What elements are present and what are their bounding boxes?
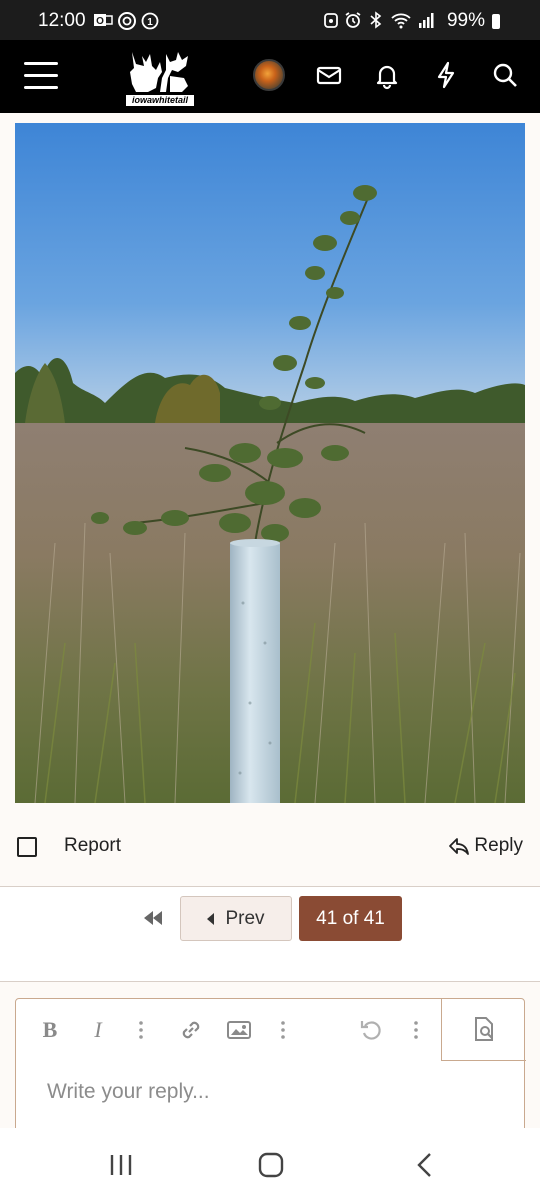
italic-button[interactable]: I [86,1017,110,1043]
reply-input-placeholder[interactable]: Write your reply... [47,1080,210,1104]
reply-link[interactable]: Reply [448,835,523,857]
android-nav-bar [0,1128,540,1200]
bluetooth-icon [370,11,382,29]
tree-seedling-photo [15,123,525,803]
select-post-checkbox[interactable] [17,837,37,857]
link-icon[interactable] [178,1017,204,1043]
status-time: 12:00 [38,10,86,31]
first-page-icon[interactable] [142,907,164,929]
bold-button[interactable]: B [38,1017,62,1043]
reply-editor[interactable]: B I Write your reply... [15,998,526,1138]
status-bar: 12:00 O 1 99% [0,0,540,40]
pagination: Prev 41 of 41 [0,887,540,982]
logo-text: iowawhitetail [126,95,194,106]
caret-left-icon [207,912,215,925]
reply-label: Reply [474,835,523,856]
top-nav: iowawhitetail [0,40,540,113]
more-options-icon[interactable] [136,1017,146,1043]
status-left-icons: O 1 [93,11,159,31]
reply-area: B I Write your reply... [0,982,540,1138]
outlook-icon: O [94,14,113,27]
wifi-icon [391,13,411,29]
envelope-icon[interactable] [314,60,344,90]
prev-label: Prev [225,907,265,929]
bolt-icon[interactable] [431,60,461,90]
post-actions: Report Reply [0,835,540,875]
battery-percent: 99% [446,10,485,31]
recent-apps-icon[interactable] [108,1152,134,1178]
post-photo[interactable] [15,123,525,803]
reply-arrow-icon [449,838,470,855]
image-icon[interactable] [226,1017,252,1043]
badge-1-icon: 1 [141,12,159,30]
prev-page-button[interactable]: Prev [180,896,292,941]
post: Report Reply [0,113,540,886]
preview-icon[interactable] [441,998,526,1061]
svg-text:O: O [96,16,104,27]
home-icon[interactable] [258,1152,284,1178]
site-logo[interactable]: iowawhitetail [126,48,194,106]
search-icon[interactable] [490,60,520,90]
status-right-icons [324,11,436,29]
alarm-clock-icon [345,12,361,28]
deer-logo-icon [130,52,188,92]
undo-icon[interactable] [359,1017,385,1043]
report-link[interactable]: Report [64,835,121,857]
alarm-icon [324,13,338,28]
svg-text:1: 1 [147,17,153,28]
battery-icon [492,14,500,29]
avatar[interactable] [253,59,285,91]
more-options-icon[interactable] [278,1017,288,1043]
at-circle-icon [118,12,136,30]
back-icon[interactable] [412,1152,438,1178]
more-options-icon[interactable] [411,1017,421,1043]
menu-icon[interactable] [24,62,58,92]
signal-icon [419,13,434,28]
editor-toolbar: B I [16,999,442,1061]
bell-icon[interactable] [372,60,402,90]
current-page-button[interactable]: 41 of 41 [299,896,402,941]
